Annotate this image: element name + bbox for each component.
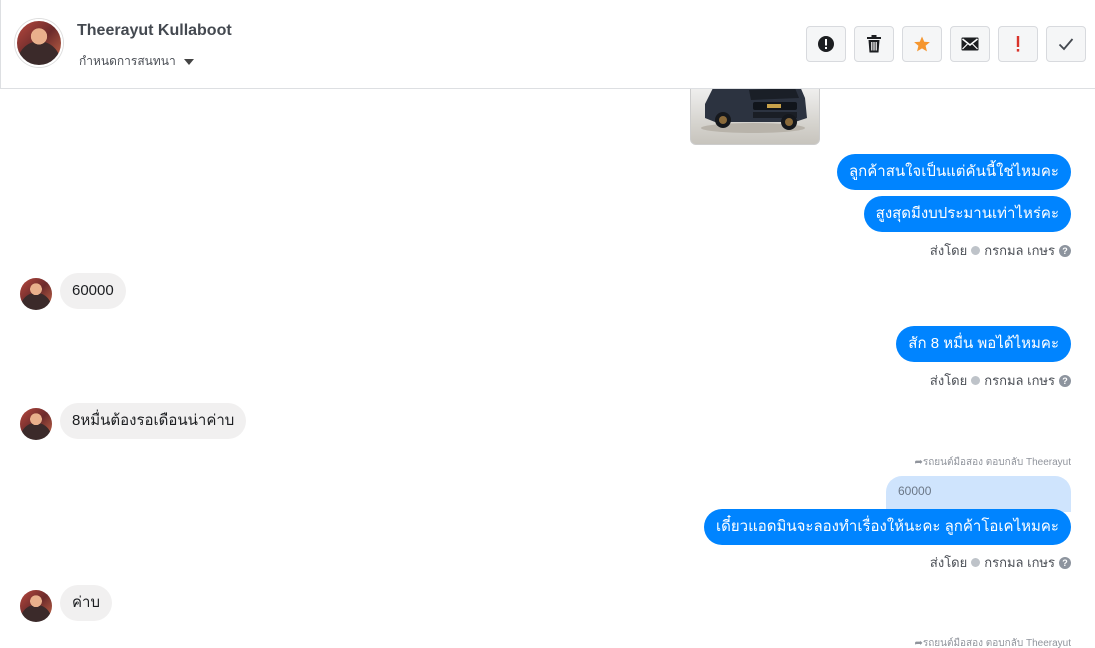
conversation-schedule-label: กำหนดการสนทนา	[79, 54, 176, 68]
sent-by-label: ส่งโดย	[929, 243, 968, 258]
sent-by-agent: กรกมล เกษร	[984, 243, 1055, 258]
reply-note-text: รถยนต์มือสอง ตอบกลับ Theerayut	[922, 457, 1071, 468]
sent-by-agent: กรกมล เกษร	[984, 373, 1055, 388]
sent-by-label: ส่งโดย	[929, 373, 968, 388]
checkmark-icon	[1058, 38, 1074, 51]
help-icon[interactable]: ?	[1059, 374, 1071, 387]
contact-avatar[interactable]	[15, 19, 63, 67]
conversation-header: Theerayut Kullaboot กำหนดการสนทนา	[0, 0, 1095, 89]
help-icon[interactable]: ?	[1059, 244, 1071, 257]
outgoing-message[interactable]: สูงสุดมีงบประมานเท่าไหร่คะ	[863, 196, 1071, 232]
sent-by-line: ส่งโดย กรกมล เกษร ?	[930, 240, 1071, 261]
check-circle-icon	[971, 246, 981, 255]
contact-name[interactable]: Theerayut Kullaboot	[77, 22, 232, 40]
car-photo-attachment[interactable]	[690, 89, 820, 145]
help-icon[interactable]: ?	[1059, 556, 1071, 569]
incoming-message[interactable]: 8หมื่นต้องรอเดือนน่าค่าบ	[60, 403, 247, 439]
reply-note: ➦รถยนต์มือสอง ตอบกลับ Theerayut	[914, 636, 1071, 648]
sent-by-label: ส่งโดย	[929, 555, 968, 570]
mail-button[interactable]	[950, 26, 990, 62]
incoming-message[interactable]: ค่าบ	[60, 585, 112, 621]
reply-arrow-icon: ➦	[914, 457, 923, 468]
exclamation-mark-icon	[1016, 36, 1020, 52]
sent-by-agent: กรกมล เกษร	[984, 555, 1055, 570]
exclamation-circle-icon	[818, 36, 834, 52]
star-button[interactable]	[902, 26, 942, 62]
pickup-truck-image	[701, 89, 807, 133]
sent-by-line: ส่งโดย กรกมล เกษร ?	[930, 552, 1071, 573]
message-thread[interactable]: ลูกค้าสนใจเป็นแต่คันนี้ใช่ไหมคะ สูงสุดมี…	[0, 89, 1095, 648]
reply-note: ➦รถยนต์มือสอง ตอบกลับ Theerayut	[914, 455, 1071, 470]
mark-done-button[interactable]	[1046, 26, 1086, 62]
sent-by-line: ส่งโดย กรกมล เกษร ?	[930, 370, 1071, 391]
star-icon	[914, 36, 930, 52]
header-actions	[806, 26, 1086, 62]
outgoing-message[interactable]: ลูกค้าสนใจเป็นแต่คันนี้ใช่ไหมคะ	[836, 154, 1071, 190]
mark-important-button[interactable]	[998, 26, 1038, 62]
contact-avatar-small[interactable]	[20, 278, 52, 310]
contact-avatar-small[interactable]	[20, 408, 52, 440]
outgoing-message[interactable]: สัก 8 หมื่น พอได้ไหมคะ	[896, 326, 1071, 362]
check-circle-icon	[971, 376, 981, 385]
conversation-schedule-dropdown[interactable]: กำหนดการสนทนา	[79, 52, 194, 71]
reply-arrow-icon: ➦	[914, 638, 923, 648]
contact-avatar-small[interactable]	[20, 590, 52, 622]
envelope-icon	[961, 37, 979, 51]
quoted-message[interactable]: 60000	[886, 476, 1071, 512]
delete-button[interactable]	[854, 26, 894, 62]
report-button[interactable]	[806, 26, 846, 62]
check-circle-icon	[971, 558, 981, 567]
outgoing-message[interactable]: เดี๋ยวแอดมินจะลองทำเรื่องให้นะคะ ลูกค้าโ…	[704, 509, 1071, 545]
trash-icon	[867, 35, 881, 53]
incoming-message[interactable]: 60000	[60, 273, 126, 309]
caret-down-icon	[183, 58, 194, 65]
reply-note-text: รถยนต์มือสอง ตอบกลับ Theerayut	[922, 638, 1071, 648]
